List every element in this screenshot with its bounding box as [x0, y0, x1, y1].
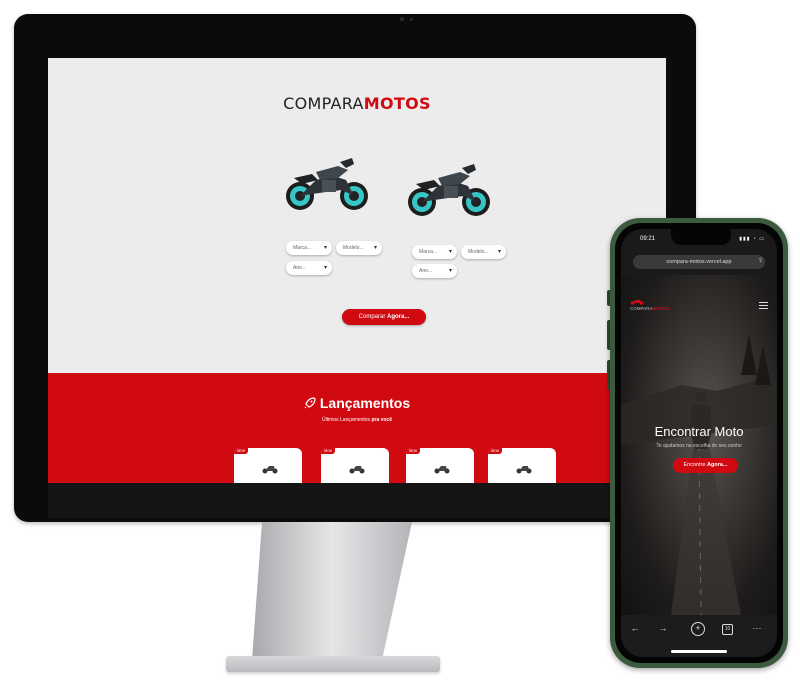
motorcycle-image-right [408, 164, 490, 216]
plus-icon[interactable]: + [691, 622, 705, 636]
forward-arrow-icon[interactable]: → [655, 623, 671, 633]
logo-text-part1: COMPARA [283, 94, 364, 113]
home-indicator [671, 650, 727, 653]
camera-dot [400, 17, 404, 21]
select-value: Marca... [419, 249, 438, 255]
motorcycle-thumbnail [516, 466, 532, 474]
new-badge: NEW [234, 448, 248, 454]
select-value: Ano... [293, 265, 307, 271]
launches-subtitle: Últimos Lançamentos pra você [48, 417, 666, 423]
launches-title: Lançamentos [319, 395, 411, 411]
more-icon[interactable]: ··· [749, 623, 765, 633]
status-icons: ▮▮▮ ◔ ▭ [739, 236, 765, 242]
camera-dot [410, 18, 413, 21]
subtitle-text: Últimos Lançamentos [321, 417, 371, 423]
monitor-stand [252, 522, 412, 660]
chevron-down-icon: ▾ [323, 245, 327, 251]
button-label-bold: Agora... [387, 314, 410, 320]
motorcycle-thumbnail [262, 466, 278, 474]
url-bar[interactable]: compara-motos.vercel.app [633, 255, 765, 269]
motorcycle-logo-icon [630, 300, 644, 305]
logo-text-part2: MOTOS [652, 306, 669, 311]
hero-subtitle: Te ajudamos na escolha do seu sonho [656, 443, 742, 449]
hero-title: Encontrar Moto [654, 424, 744, 439]
new-badge: NEW [488, 448, 502, 454]
logo-text-part2: MOTOS [363, 94, 431, 113]
new-badge: NEW [406, 448, 420, 454]
year-select-left[interactable]: Ano... ▾ [286, 261, 332, 275]
screen-bottom-bar [48, 483, 666, 518]
subtitle-bold: pra você [371, 417, 393, 423]
select-value: Ano... [419, 268, 433, 274]
desktop-monitor: COMPARAMOTOS Marca... ▾ Modelo... ▾ Ano...… [14, 14, 696, 522]
back-arrow-icon[interactable]: ← [627, 623, 643, 633]
desktop-screen: COMPARAMOTOS Marca... ▾ Modelo... ▾ Ano...… [48, 58, 666, 518]
new-badge: NEW [321, 448, 335, 454]
rider-silhouette [690, 392, 712, 449]
chevron-down-icon: ▾ [497, 249, 501, 255]
select-value: Marca... [293, 245, 312, 251]
chevron-down-icon: ▾ [448, 249, 452, 255]
hamburger-menu-icon[interactable] [759, 302, 768, 309]
model-select-right[interactable]: Modelo... ▾ [461, 245, 506, 259]
phone-site-logo[interactable]: COMPARAMOTOS [630, 299, 669, 311]
tabs-count: 10 [724, 626, 731, 632]
site-logo[interactable]: COMPARAMOTOS [48, 94, 666, 113]
button-label: Encontre [683, 462, 708, 468]
motorcycle-image-left [286, 158, 368, 210]
phone-notch [671, 229, 731, 245]
tabs-icon[interactable]: 10 [722, 624, 733, 635]
button-label: Comparar [358, 314, 387, 320]
button-label-bold: Agora... [707, 462, 728, 468]
select-value: Modelo... [343, 245, 364, 251]
logo-text-part1: COMPARA [630, 306, 653, 311]
chevron-down-icon: ▾ [323, 265, 327, 271]
rocket-icon [304, 397, 316, 409]
phone-screen: 09:21 ▮▮▮ ◔ ▭ compara-motos.vercel.app ⇪… [621, 229, 777, 657]
chevron-down-icon: ▾ [448, 268, 452, 274]
motorcycle-thumbnail [349, 466, 365, 474]
motorcycle-thumbnail [434, 466, 450, 474]
year-select-right[interactable]: Ano... ▾ [412, 264, 457, 278]
model-select-left[interactable]: Modelo... ▾ [336, 241, 382, 255]
select-value: Modelo... [468, 249, 489, 255]
brand-select-left[interactable]: Marca... ▾ [286, 241, 332, 255]
brand-select-right[interactable]: Marca... ▾ [412, 245, 457, 259]
launches-heading: Lançamentos [48, 395, 666, 411]
compare-now-button[interactable]: Comparar Agora... [342, 309, 426, 325]
chevron-down-icon: ▾ [373, 245, 377, 251]
status-time: 09:21 [640, 236, 656, 242]
smartphone: 09:21 ▮▮▮ ◔ ▭ compara-motos.vercel.app ⇪… [610, 218, 788, 668]
find-now-button[interactable]: Encontre Agora... [673, 458, 738, 473]
monitor-base [226, 656, 440, 672]
share-icon[interactable]: ⇪ [758, 257, 763, 264]
